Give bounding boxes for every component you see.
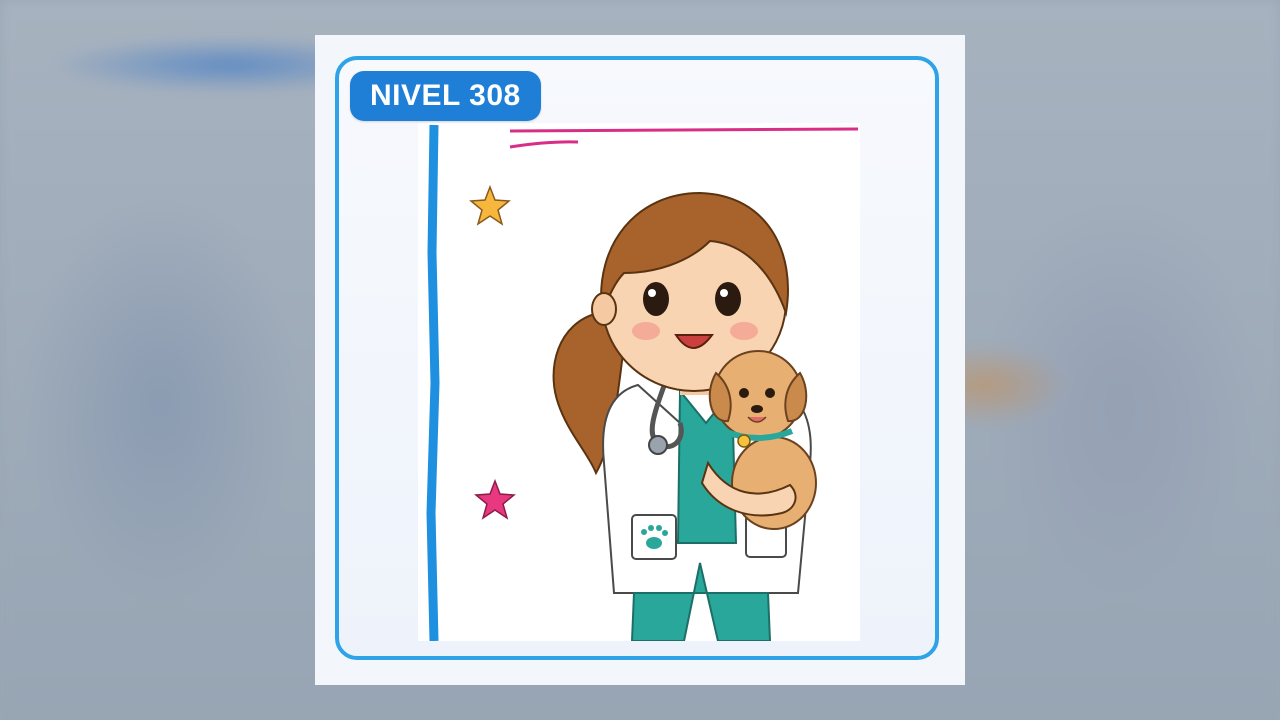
star-pink-icon bbox=[474, 478, 516, 520]
eye-right-shine bbox=[720, 289, 728, 297]
level-badge: NIVEL 308 bbox=[350, 71, 541, 121]
pink-line-short bbox=[509, 140, 579, 149]
star-yellow-icon bbox=[469, 184, 511, 226]
level-card: NIVEL 308 bbox=[315, 35, 965, 685]
eye-left bbox=[643, 282, 669, 316]
eye-left-shine bbox=[648, 289, 656, 297]
margin-line bbox=[426, 124, 440, 641]
pink-line-top bbox=[509, 127, 859, 133]
level-illustration[interactable] bbox=[418, 123, 860, 641]
eye-right bbox=[715, 282, 741, 316]
cheek-left bbox=[632, 322, 660, 340]
stethoscope-chest-piece bbox=[648, 435, 668, 455]
ear bbox=[591, 292, 617, 326]
cheek-right bbox=[730, 322, 758, 340]
vet-girl-with-puppy-icon bbox=[426, 124, 859, 641]
